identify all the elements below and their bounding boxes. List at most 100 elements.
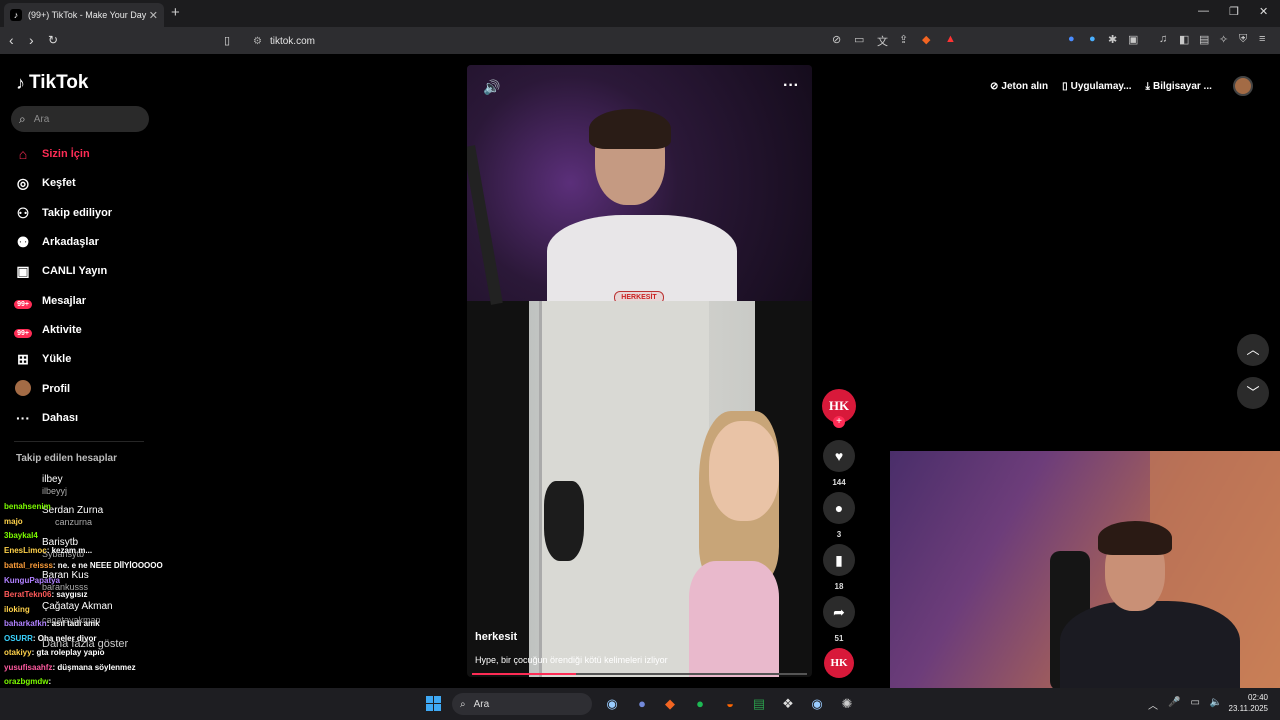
taskbar-clock[interactable]: 02:40 23.11.2025	[1226, 692, 1268, 714]
download-icon: ⤓	[1145, 80, 1150, 92]
vpn-icon[interactable]: ⛨	[1239, 33, 1247, 46]
forward-icon[interactable]: ›	[29, 32, 34, 48]
reload-icon[interactable]: ↻	[48, 33, 58, 47]
minimize-icon[interactable]: —	[1198, 5, 1209, 17]
tiktok-logo[interactable]: ♪ TikTok	[16, 72, 88, 94]
live-icon: ▣	[16, 262, 30, 279]
brave-rewards-icon[interactable]: ▲	[945, 33, 956, 45]
sidebar-toggle-icon[interactable]: ◧	[1179, 33, 1189, 46]
cast-icon[interactable]: ▭	[854, 33, 864, 46]
brave-icon[interactable]: ◆	[660, 695, 680, 713]
taskbar-search[interactable]: ⌕ Ara	[452, 693, 592, 715]
nav-more[interactable]: ··· Dahası	[14, 407, 154, 429]
nav-profile[interactable]: Profil	[14, 378, 154, 400]
get-coins-button[interactable]: ⊘ Jeton alın	[990, 81, 1048, 92]
site-settings-icon[interactable]: ⚙	[253, 36, 262, 47]
chat-message: battal_reisss: ne. e ne NEEE DİİYİOOOOO	[4, 561, 163, 570]
chat-username: BeratTekn06	[4, 590, 52, 599]
nav-for-you[interactable]: ⌂ Sizin İçin	[14, 143, 154, 165]
desktop-app-button[interactable]: ⤓ Bilgisayar ...	[1146, 81, 1212, 92]
microphone-icon[interactable]: 🎤	[1168, 697, 1180, 712]
speaker-icon[interactable]: 🔈	[1210, 697, 1222, 712]
app-icon[interactable]: ◒	[720, 695, 740, 713]
maximize-icon[interactable]: ❐	[1229, 5, 1239, 18]
extension-2-icon[interactable]: ●	[1089, 33, 1096, 45]
share-arrow-icon: ➦	[823, 596, 855, 628]
followed-account-name[interactable]: Çağatay Akman	[42, 601, 113, 612]
wallet-icon[interactable]: ▤	[1199, 33, 1209, 46]
discord-icon[interactable]: ●	[632, 695, 652, 713]
next-video-button[interactable]: ﹀	[1237, 377, 1269, 409]
excel-icon[interactable]: ▤	[749, 695, 769, 713]
video-player[interactable]: HERKESİT 🔊 ··· herkesit Hype, bir çocuğu…	[467, 65, 812, 677]
chat-username: baharkafkn	[4, 619, 47, 628]
chat-text: : asıl tadı amk	[46, 619, 100, 628]
get-app-button[interactable]: ▯ Uygulamay...	[1062, 81, 1131, 92]
tray-chevron-icon[interactable]: ︿	[1148, 697, 1158, 712]
display-icon[interactable]: ▭	[1190, 697, 1199, 712]
chat-username: EnesLimoc	[4, 546, 47, 555]
extensions-puzzle-icon[interactable]: ✱	[1108, 33, 1117, 46]
leo-ai-icon[interactable]: ✧	[1219, 33, 1228, 46]
app-2-icon[interactable]: ❖	[778, 695, 798, 713]
bookmark-icon[interactable]: ▯	[224, 34, 230, 47]
video-more-icon[interactable]: ···	[783, 77, 799, 95]
heart-icon: ♥	[823, 440, 855, 472]
comment-button[interactable]: ● 3	[823, 492, 855, 539]
follow-plus-icon[interactable]: +	[833, 416, 845, 428]
get-app-label: Uygulamay...	[1070, 80, 1132, 92]
spotify-icon[interactable]: ●	[690, 695, 710, 713]
followed-account-name[interactable]: ilbey	[42, 474, 63, 485]
nav-following[interactable]: ⚇ Takip ediliyor	[14, 202, 154, 224]
nav-friends[interactable]: ⚉ Arkadaşlar	[14, 231, 154, 253]
close-window-icon[interactable]: ✕	[1259, 5, 1268, 18]
browser-tab[interactable]: ♪ (99+) TikTok - Make Your Day ✕	[4, 3, 164, 27]
steam-2-icon[interactable]: ◉	[807, 695, 827, 713]
brave-shield-icon[interactable]: ◆	[922, 33, 930, 46]
top-actions: ⊘ Jeton alın ▯ Uygulamay... ⤓ Bilgisayar ..…	[990, 73, 1212, 99]
menu-icon[interactable]: ≡	[1259, 33, 1265, 45]
nav-live[interactable]: ▣ CANLI Yayın	[14, 260, 154, 282]
chat-message: benahsenim	[4, 502, 51, 511]
new-tab-button[interactable]: +	[171, 4, 180, 21]
followed-account-handle: ilbeyyj	[42, 486, 68, 496]
search-input[interactable]: ⌕ Ara	[11, 106, 149, 132]
extension-icon[interactable]: ●	[1068, 33, 1075, 45]
media-icon[interactable]: ⊘	[832, 33, 841, 46]
taskbar-search-label: Ara	[473, 698, 490, 710]
video-progress-bar[interactable]	[472, 673, 807, 675]
chatgpt-icon[interactable]: ✺	[837, 695, 857, 713]
nav-messages[interactable]: 99+ Mesajlar	[14, 290, 154, 312]
close-tab-icon[interactable]: ✕	[149, 9, 158, 22]
media-control-icon[interactable]: ♫	[1159, 33, 1167, 45]
nav-activity[interactable]: 99+ Aktivite	[14, 319, 154, 341]
chat-message: KunguPapatya	[4, 576, 60, 585]
user-avatar[interactable]	[1233, 76, 1253, 96]
chat-username: otakiyy	[4, 648, 32, 657]
like-button[interactable]: ♥ 144	[823, 440, 855, 487]
steam-icon[interactable]: ◉	[602, 695, 622, 713]
chat-text: : kezam m...	[46, 546, 93, 555]
compass-icon: ◎	[16, 174, 30, 191]
sound-avatar[interactable]: HK	[824, 648, 854, 678]
share-button[interactable]: ➦ 51	[823, 596, 855, 643]
volume-icon[interactable]: 🔊	[483, 79, 500, 96]
tab-search-icon[interactable]: ▣	[1128, 33, 1138, 46]
translate-icon[interactable]: 文	[877, 33, 888, 49]
chat-message: 3baykal4	[4, 531, 38, 540]
previous-video-button[interactable]: ︿	[1237, 334, 1269, 366]
nav-upload[interactable]: ⊞ Yükle	[14, 348, 154, 370]
nav-explore[interactable]: ◎ Keşfet	[14, 172, 154, 194]
activity-icon: 99+	[14, 322, 32, 338]
comment-count: 3	[836, 530, 842, 539]
windows-start-icon[interactable]	[426, 696, 441, 711]
followed-account-name[interactable]: Serdan Zurna	[42, 505, 103, 516]
tab-title: (99+) TikTok - Make Your Day	[28, 10, 147, 20]
back-icon[interactable]: ‹	[9, 32, 14, 48]
phone-icon: ▯	[1062, 80, 1068, 92]
share-icon[interactable]: ⇪	[899, 33, 908, 46]
save-button[interactable]: ▮ 18	[823, 544, 855, 591]
activity-badge: 99+	[14, 329, 32, 338]
video-author[interactable]: herkesit	[475, 631, 517, 643]
nav-label: Takip ediliyor	[42, 207, 113, 219]
